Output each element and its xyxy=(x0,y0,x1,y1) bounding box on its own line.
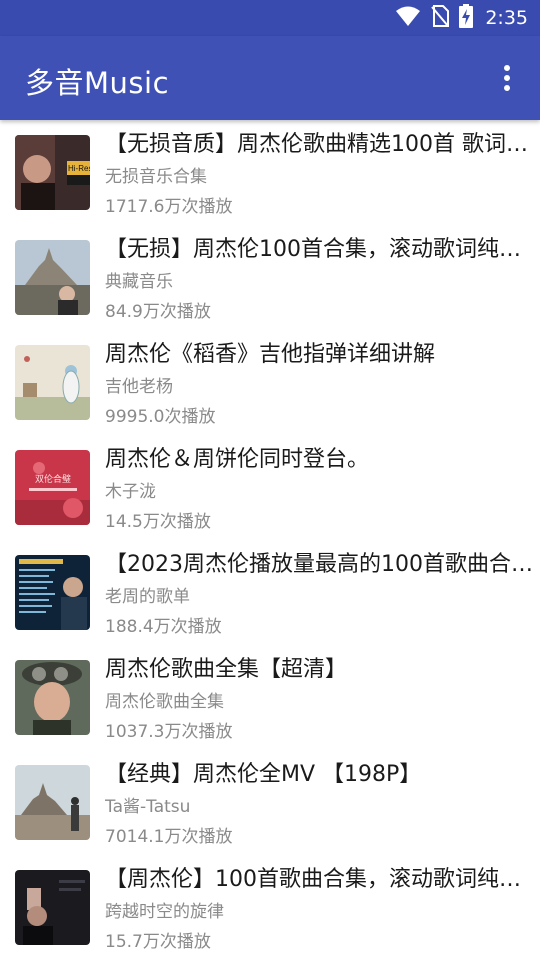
cover-caption: 双伦合璧 xyxy=(35,473,71,485)
playlist-play-count: 7014.1万次播放 xyxy=(105,827,233,847)
more-vert-icon[interactable] xyxy=(494,62,520,94)
app-bar: 多音Music xyxy=(0,36,540,120)
status-time: 2:35 xyxy=(485,7,528,29)
playlist-title: 【无损音质】周杰伦歌曲精选100首 歌词版【流行歌曲】 xyxy=(105,132,537,157)
playlist-cover xyxy=(15,240,90,315)
app-title: 多音Music xyxy=(25,66,170,100)
playlist-item[interactable]: 【无损】周杰伦100首合集，滚动歌词纯享版 典藏音乐 84.9万次播放 xyxy=(0,225,540,330)
playlist-list: Hi-Res AUDIO 【无损音质】周杰伦歌曲精选100首 歌词版【流行歌曲】… xyxy=(0,120,540,960)
playlist-play-count: 1717.6万次播放 xyxy=(105,197,233,217)
playlist-author: 典藏音乐 xyxy=(105,272,173,292)
playlist-author: 跨越时空的旋律 xyxy=(105,902,224,922)
playlist-cover xyxy=(15,765,90,840)
playlist-title: 周杰伦＆周饼伦同时登台。 xyxy=(105,447,370,472)
playlist-item[interactable]: 周杰伦《稻香》吉他指弹详细讲解 吉他老杨 9995.0次播放 xyxy=(0,330,540,435)
playlist-title: 【周杰伦】100首歌曲合集，滚动歌词纯享版 xyxy=(105,867,537,892)
playlist-title: 周杰伦歌曲全集【超清】 xyxy=(105,657,348,682)
playlist-author: 老周的歌单 xyxy=(105,587,190,607)
no-sim-icon xyxy=(431,5,450,31)
playlist-play-count: 188.4万次播放 xyxy=(105,617,222,637)
playlist-title: 【经典】周杰伦全MV 【198P】 xyxy=(105,762,422,787)
battery-charging-icon xyxy=(459,4,474,32)
playlist-play-count: 84.9万次播放 xyxy=(105,302,211,322)
playlist-play-count: 9995.0次播放 xyxy=(105,407,216,427)
playlist-play-count: 14.5万次播放 xyxy=(105,512,211,532)
playlist-title: 【2023周杰伦播放量最高的100首歌曲合集】 xyxy=(105,552,537,577)
playlist-item[interactable]: 【周杰伦】100首歌曲合集，滚动歌词纯享版 跨越时空的旋律 15.7万次播放 xyxy=(0,855,540,960)
playlist-title: 【无损】周杰伦100首合集，滚动歌词纯享版 xyxy=(105,237,537,262)
playlist-play-count: 15.7万次播放 xyxy=(105,932,211,952)
playlist-author: Ta酱-Tatsu xyxy=(105,797,191,817)
wifi-icon xyxy=(395,5,421,31)
playlist-cover xyxy=(15,870,90,945)
playlist-cover xyxy=(15,555,90,630)
playlist-author: 木子泷 xyxy=(105,482,156,502)
playlist-author: 周杰伦歌曲全集 xyxy=(105,692,224,712)
playlist-item[interactable]: 双伦合璧 周杰伦＆周饼伦同时登台。 木子泷 14.5万次播放 xyxy=(0,435,540,540)
playlist-author: 无损音乐合集 xyxy=(105,167,207,187)
playlist-cover: Hi-Res AUDIO xyxy=(15,135,90,210)
playlist-cover xyxy=(15,660,90,735)
playlist-play-count: 1037.3万次播放 xyxy=(105,722,233,742)
playlist-item[interactable]: 周杰伦歌曲全集【超清】 周杰伦歌曲全集 1037.3万次播放 xyxy=(0,645,540,750)
playlist-item[interactable]: Hi-Res AUDIO 【无损音质】周杰伦歌曲精选100首 歌词版【流行歌曲】… xyxy=(0,120,540,225)
playlist-item[interactable]: 【经典】周杰伦全MV 【198P】 Ta酱-Tatsu 7014.1万次播放 xyxy=(0,750,540,855)
playlist-title: 周杰伦《稻香》吉他指弹详细讲解 xyxy=(105,342,436,367)
hi-res-label: Hi-Res AUDIO xyxy=(68,164,90,173)
status-bar: 2:35 xyxy=(0,0,540,36)
status-icons: 2:35 xyxy=(395,0,528,36)
playlist-item[interactable]: 【2023周杰伦播放量最高的100首歌曲合集】 老周的歌单 188.4万次播放 xyxy=(0,540,540,645)
playlist-author: 吉他老杨 xyxy=(105,377,173,397)
playlist-cover: 双伦合璧 xyxy=(15,450,90,525)
playlist-cover xyxy=(15,345,90,420)
